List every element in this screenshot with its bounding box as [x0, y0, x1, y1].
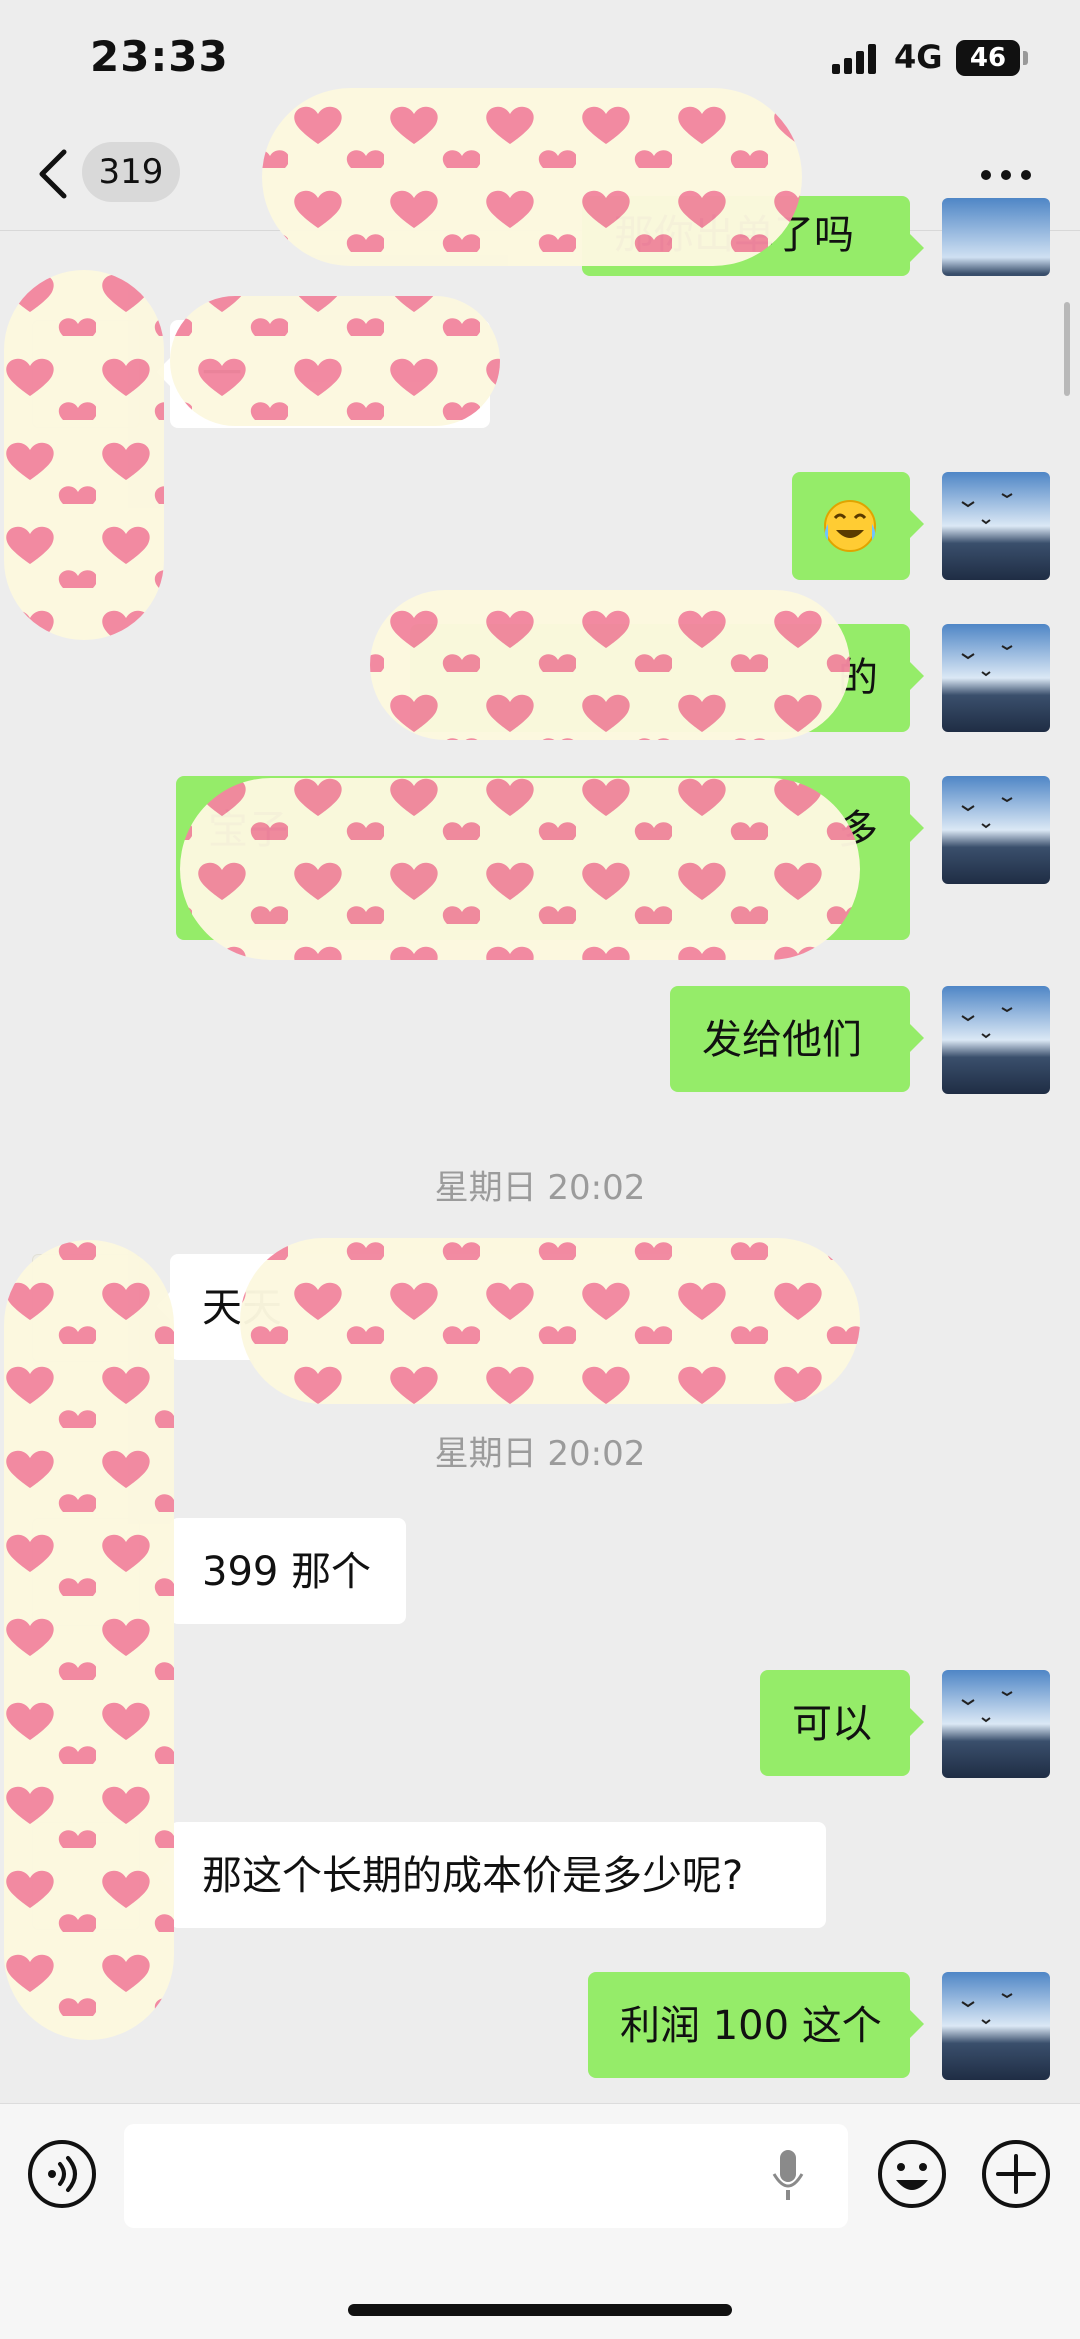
avatar-self[interactable]	[942, 198, 1050, 276]
avatar-self[interactable]	[942, 1972, 1050, 2080]
message-bubble-received[interactable]: 一	[156, 320, 490, 428]
battery-cap	[1023, 51, 1028, 65]
avatar-contact[interactable]	[32, 1254, 140, 1362]
message-bubble-sent[interactable]: 的	[410, 624, 924, 732]
message-bubble-sent[interactable]: 利润 100 这个	[588, 1972, 924, 2078]
avatar-self[interactable]	[942, 624, 1050, 732]
avatar-self[interactable]	[942, 472, 1050, 580]
plus-icon[interactable]	[980, 2138, 1052, 2210]
message-text: 的	[838, 655, 878, 701]
avatar-contact[interactable]	[32, 320, 140, 428]
message-timestamp: 星期日 20:02	[434, 1434, 646, 1474]
more-icon[interactable]	[978, 160, 1034, 190]
avatar-contact[interactable]	[32, 1518, 140, 1626]
unread-count-badge[interactable]: 319	[82, 142, 180, 202]
emoji-icon[interactable]	[876, 2138, 948, 2210]
message-bubble-sent[interactable]	[792, 472, 924, 580]
home-indicator[interactable]	[348, 2304, 732, 2316]
message-text: 宝子	[208, 807, 288, 853]
avatar-self[interactable]	[942, 986, 1050, 1094]
message-text: 利润 100 这个	[620, 2003, 882, 2049]
emoji-sticker-icon	[824, 500, 876, 552]
avatar-contact[interactable]	[32, 1822, 140, 1930]
message-bubble-sent[interactable]: 宝子 多	[176, 776, 924, 940]
scrollbar[interactable]	[1064, 302, 1070, 396]
message-text: 399 那个	[202, 1549, 372, 1595]
network-label: 4G	[894, 38, 943, 76]
status-time: 23:33	[90, 32, 229, 81]
signal-icon	[832, 44, 876, 74]
message-bubble-sent[interactable]: 发给他们	[670, 986, 924, 1092]
message-text: 发给他们	[702, 1017, 862, 1063]
message-text-end: 多	[838, 807, 878, 853]
mic-icon[interactable]	[770, 2148, 806, 2204]
message-text: 一	[202, 351, 242, 397]
message-text: 那这个长期的成本价是多少呢?	[202, 1853, 744, 1899]
message-text: 那你出单了吗	[614, 212, 854, 258]
message-timestamp: 星期日 20:02	[434, 1168, 646, 1208]
avatar-self[interactable]	[942, 776, 1050, 884]
message-bubble-sent[interactable]: 那你出单了吗	[582, 196, 924, 276]
message-bubble-received[interactable]: 天天	[156, 1254, 690, 1360]
status-bar: 23:33 4G 46	[0, 0, 1080, 120]
chat-header: 319	[0, 120, 1080, 231]
avatar-self[interactable]	[942, 1670, 1050, 1778]
back-icon[interactable]	[36, 148, 72, 200]
message-bubble-sent[interactable]: 可以	[760, 1670, 924, 1776]
voice-icon[interactable]	[26, 2138, 98, 2210]
message-bubble-received[interactable]: 399 那个	[156, 1518, 406, 1624]
battery-icon: 46	[956, 40, 1020, 76]
message-text: 可以	[792, 1701, 872, 1747]
message-input[interactable]	[124, 2124, 848, 2228]
message-text: 天天	[202, 1285, 282, 1331]
message-bubble-received[interactable]: 那这个长期的成本价是多少呢?	[156, 1822, 826, 1928]
